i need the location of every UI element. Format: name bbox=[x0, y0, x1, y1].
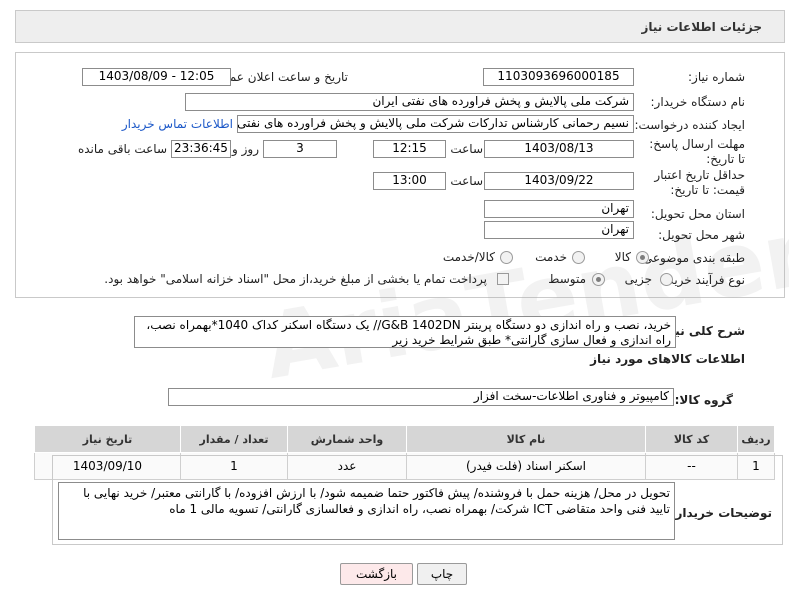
category-option-goods-service: کالا/خدمت bbox=[442, 250, 495, 264]
validity-time-label: ساعت bbox=[450, 174, 483, 188]
category-radio-goods[interactable] bbox=[636, 251, 649, 264]
process-option-medium: متوسط bbox=[548, 272, 586, 286]
category-option-service: خدمت bbox=[535, 250, 567, 264]
process-option-minor: جزیی bbox=[624, 272, 652, 286]
description-field: خرید، نصب و راه اندازی دو دستگاه پرینتر … bbox=[134, 316, 676, 348]
process-radio-minor[interactable] bbox=[660, 273, 673, 286]
buyer-org-label: نام دستگاه خریدار: bbox=[650, 95, 746, 109]
treasury-payment-checkbox[interactable] bbox=[497, 273, 509, 285]
remaining-time-field: 23:36:45 bbox=[171, 140, 231, 158]
category-radio-service[interactable] bbox=[572, 251, 585, 264]
process-radio-medium[interactable] bbox=[592, 273, 605, 286]
col-header-code: کد کالا bbox=[645, 425, 738, 453]
deadline-time-field: 12:15 bbox=[373, 140, 446, 158]
page-title: جزئیات اطلاعات نیاز bbox=[641, 20, 762, 34]
validity-label: حداقل تاریخ اعتبار قیمت: تا تاریخ: bbox=[654, 168, 745, 197]
category-radio-goods-service[interactable] bbox=[500, 251, 513, 264]
goods-group-label: گروه کالا: bbox=[674, 393, 733, 407]
back-button[interactable]: بازگشت bbox=[340, 563, 413, 585]
buyer-notes-field: تحویل در محل/ هزینه حمل با فروشنده/ پیش … bbox=[58, 482, 675, 540]
remaining-label: ساعت باقی مانده bbox=[77, 142, 167, 156]
buyer-org-field: شرکت ملی پالایش و پخش فراورده های نفتی ا… bbox=[185, 93, 634, 111]
deadline-time-label: ساعت bbox=[450, 142, 483, 156]
days-label: روز و bbox=[232, 142, 259, 156]
need-number-field: 1103093696000185 bbox=[483, 68, 634, 86]
buyer-notes-label: توضیحات خریدار: bbox=[670, 506, 772, 520]
validity-date-field: 1403/09/22 bbox=[484, 172, 634, 190]
print-button[interactable]: چاپ bbox=[417, 563, 467, 585]
header-panel: جزئیات اطلاعات نیاز bbox=[15, 10, 785, 43]
col-header-date: تاریخ نیاز bbox=[34, 425, 181, 453]
col-header-unit: واحد شمارش bbox=[287, 425, 407, 453]
col-header-qty: تعداد / مقدار bbox=[180, 425, 288, 453]
category-option-goods: کالا bbox=[614, 250, 631, 264]
deadline-label: مهلت ارسال پاسخ: تا تاریخ: bbox=[649, 137, 745, 166]
city-label: شهر محل تحویل: bbox=[658, 228, 745, 242]
col-header-name: نام کالا bbox=[406, 425, 646, 453]
days-field: 3 bbox=[263, 140, 337, 158]
deadline-date-field: 1403/08/13 bbox=[484, 140, 634, 158]
announce-field: 1403/08/09 - 12:05 bbox=[82, 68, 231, 86]
goods-group-field: کامپیوتر و فناوری اطلاعات-سخت افزار bbox=[168, 388, 674, 406]
goods-section-title: اطلاعات کالاهای مورد نیاز bbox=[590, 352, 745, 366]
province-field: تهران bbox=[484, 200, 634, 218]
need-number-label: شماره نیاز: bbox=[688, 70, 745, 84]
creator-label: ایجاد کننده درخواست: bbox=[634, 118, 745, 132]
contact-info-link[interactable]: اطلاعات تماس خریدار bbox=[122, 117, 233, 131]
treasury-payment-note: پرداخت تمام یا بخشی از مبلغ خرید،از محل … bbox=[104, 272, 487, 286]
category-label: طبقه بندی موضوعی: bbox=[638, 251, 745, 265]
province-label: استان محل تحویل: bbox=[650, 207, 745, 221]
col-header-row: ردیف bbox=[737, 425, 775, 453]
city-field: تهران bbox=[484, 221, 634, 239]
creator-field: نسیم رحمانی کارشناس تدارکات شرکت ملی پال… bbox=[237, 115, 634, 133]
validity-time-field: 13:00 bbox=[373, 172, 446, 190]
